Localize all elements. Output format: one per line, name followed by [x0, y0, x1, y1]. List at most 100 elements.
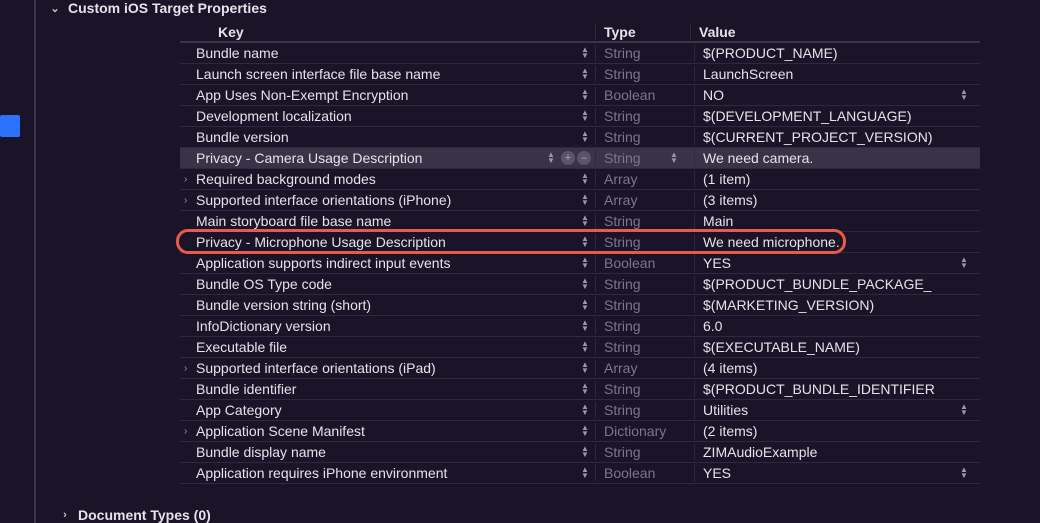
- value-cell[interactable]: $(PRODUCT_BUNDLE_IDENTIFIER: [690, 381, 980, 397]
- table-row[interactable]: ›Application Scene Manifest▲▼Dictionary(…: [180, 421, 980, 442]
- key-cell[interactable]: Bundle version string (short)▲▼: [180, 295, 595, 315]
- value-cell[interactable]: ZIMAudioExample: [690, 444, 980, 460]
- key-stepper[interactable]: ▲▼: [579, 65, 591, 83]
- value-cell[interactable]: (3 items): [690, 192, 980, 208]
- type-cell[interactable]: String: [595, 318, 690, 334]
- value-cell[interactable]: (1 item): [690, 171, 980, 187]
- table-row[interactable]: Privacy - Microphone Usage Description▲▼…: [180, 232, 980, 253]
- key-cell[interactable]: Privacy - Microphone Usage Description▲▼: [180, 232, 595, 252]
- type-cell[interactable]: String: [595, 339, 690, 355]
- table-row[interactable]: InfoDictionary version▲▼String6.0: [180, 316, 980, 337]
- table-row[interactable]: Privacy - Camera Usage Description▲▼+–St…: [180, 148, 980, 169]
- type-cell[interactable]: String: [595, 381, 690, 397]
- key-stepper[interactable]: ▲▼: [579, 317, 591, 335]
- key-cell[interactable]: Bundle display name▲▼: [180, 442, 595, 462]
- key-stepper[interactable]: ▲▼: [579, 170, 591, 188]
- value-cell[interactable]: Main: [690, 213, 980, 229]
- type-cell[interactable]: Boolean: [595, 87, 690, 103]
- type-cell[interactable]: String: [595, 297, 690, 313]
- key-stepper[interactable]: ▲▼: [579, 254, 591, 272]
- table-row[interactable]: Main storyboard file base name▲▼StringMa…: [180, 211, 980, 232]
- type-cell[interactable]: Array: [595, 360, 690, 376]
- value-cell[interactable]: $(DEVELOPMENT_LANGUAGE): [690, 108, 980, 124]
- key-cell[interactable]: Application supports indirect input even…: [180, 253, 595, 273]
- key-stepper[interactable]: ▲▼: [579, 380, 591, 398]
- type-cell[interactable]: String: [595, 276, 690, 292]
- type-cell[interactable]: String: [595, 444, 690, 460]
- table-row[interactable]: Executable file▲▼String$(EXECUTABLE_NAME…: [180, 337, 980, 358]
- type-cell[interactable]: String▲▼: [595, 149, 690, 167]
- value-stepper[interactable]: ▲▼: [958, 254, 970, 272]
- key-cell[interactable]: Bundle OS Type code▲▼: [180, 274, 595, 294]
- key-stepper[interactable]: ▲▼: [579, 191, 591, 209]
- key-stepper[interactable]: ▲▼: [579, 275, 591, 293]
- value-cell[interactable]: YES▲▼: [690, 254, 980, 272]
- table-row[interactable]: Application requires iPhone environment▲…: [180, 463, 980, 484]
- key-stepper[interactable]: ▲▼: [579, 86, 591, 104]
- key-cell[interactable]: Development localization▲▼: [180, 106, 595, 126]
- key-stepper[interactable]: ▲▼: [579, 44, 591, 62]
- value-cell[interactable]: LaunchScreen: [690, 66, 980, 82]
- key-cell[interactable]: ›Supported interface orientations (iPad)…: [180, 358, 595, 378]
- key-stepper[interactable]: ▲▼: [579, 422, 591, 440]
- add-row-button[interactable]: +: [561, 151, 575, 165]
- chevron-down-icon[interactable]: ⌄: [50, 2, 60, 15]
- chevron-right-icon[interactable]: ›: [184, 363, 196, 374]
- value-cell[interactable]: 6.0: [690, 318, 980, 334]
- chevron-right-icon[interactable]: ›: [184, 195, 196, 206]
- key-stepper[interactable]: ▲▼: [579, 212, 591, 230]
- key-cell[interactable]: Application requires iPhone environment▲…: [180, 463, 595, 483]
- key-stepper[interactable]: ▲▼: [579, 401, 591, 419]
- table-row[interactable]: App Category▲▼StringUtilities▲▼: [180, 400, 980, 421]
- section-header[interactable]: ⌄ Custom iOS Target Properties: [50, 0, 1040, 22]
- col-type[interactable]: Type: [595, 24, 690, 40]
- table-row[interactable]: Bundle OS Type code▲▼String$(PRODUCT_BUN…: [180, 274, 980, 295]
- type-cell[interactable]: Array: [595, 171, 690, 187]
- key-stepper[interactable]: ▲▼: [579, 233, 591, 251]
- table-row[interactable]: Bundle identifier▲▼String$(PRODUCT_BUNDL…: [180, 379, 980, 400]
- type-cell[interactable]: String: [595, 213, 690, 229]
- key-stepper[interactable]: ▲▼: [545, 149, 557, 167]
- key-stepper[interactable]: ▲▼: [579, 464, 591, 482]
- key-cell[interactable]: App Uses Non-Exempt Encryption▲▼: [180, 85, 595, 105]
- type-cell[interactable]: String: [595, 402, 690, 418]
- table-row[interactable]: ›Supported interface orientations (iPhon…: [180, 190, 980, 211]
- type-stepper[interactable]: ▲▼: [668, 149, 680, 167]
- table-row[interactable]: Bundle version string (short)▲▼String$(M…: [180, 295, 980, 316]
- type-cell[interactable]: String: [595, 108, 690, 124]
- type-cell[interactable]: Boolean: [595, 255, 690, 271]
- value-cell[interactable]: $(PRODUCT_NAME): [690, 45, 980, 61]
- value-cell[interactable]: We need microphone.: [690, 234, 980, 250]
- sidebar-selection-indicator[interactable]: [0, 115, 20, 137]
- type-cell[interactable]: Dictionary: [595, 423, 690, 439]
- value-cell[interactable]: $(MARKETING_VERSION): [690, 297, 980, 313]
- key-cell[interactable]: ›Required background modes▲▼: [180, 169, 595, 189]
- table-row[interactable]: Bundle display name▲▼StringZIMAudioExamp…: [180, 442, 980, 463]
- table-row[interactable]: App Uses Non-Exempt Encryption▲▼BooleanN…: [180, 85, 980, 106]
- key-cell[interactable]: App Category▲▼: [180, 400, 595, 420]
- table-row[interactable]: Application supports indirect input even…: [180, 253, 980, 274]
- key-cell[interactable]: Bundle name▲▼: [180, 43, 595, 63]
- type-cell[interactable]: Array: [595, 192, 690, 208]
- key-cell[interactable]: Main storyboard file base name▲▼: [180, 211, 595, 231]
- chevron-right-icon[interactable]: ›: [184, 426, 196, 437]
- value-stepper[interactable]: ▲▼: [958, 401, 970, 419]
- table-row[interactable]: ›Supported interface orientations (iPad)…: [180, 358, 980, 379]
- table-row[interactable]: Bundle version▲▼String$(CURRENT_PROJECT_…: [180, 127, 980, 148]
- table-row[interactable]: Development localization▲▼String$(DEVELO…: [180, 106, 980, 127]
- key-cell[interactable]: Launch screen interface file base name▲▼: [180, 64, 595, 84]
- value-cell[interactable]: Utilities▲▼: [690, 401, 980, 419]
- key-cell[interactable]: Privacy - Camera Usage Description▲▼+–: [180, 148, 595, 168]
- key-stepper[interactable]: ▲▼: [579, 128, 591, 146]
- chevron-right-icon[interactable]: ›: [60, 509, 70, 521]
- value-cell[interactable]: $(PRODUCT_BUNDLE_PACKAGE_: [690, 276, 980, 292]
- table-row[interactable]: ›Required background modes▲▼Array(1 item…: [180, 169, 980, 190]
- value-cell[interactable]: We need camera.: [690, 150, 980, 166]
- key-stepper[interactable]: ▲▼: [579, 296, 591, 314]
- value-cell[interactable]: (2 items): [690, 423, 980, 439]
- table-row[interactable]: Bundle name▲▼String$(PRODUCT_NAME): [180, 43, 980, 64]
- footer-section[interactable]: › Document Types (0): [60, 507, 211, 523]
- value-cell[interactable]: NO▲▼: [690, 86, 980, 104]
- value-stepper[interactable]: ▲▼: [958, 86, 970, 104]
- type-cell[interactable]: String: [595, 66, 690, 82]
